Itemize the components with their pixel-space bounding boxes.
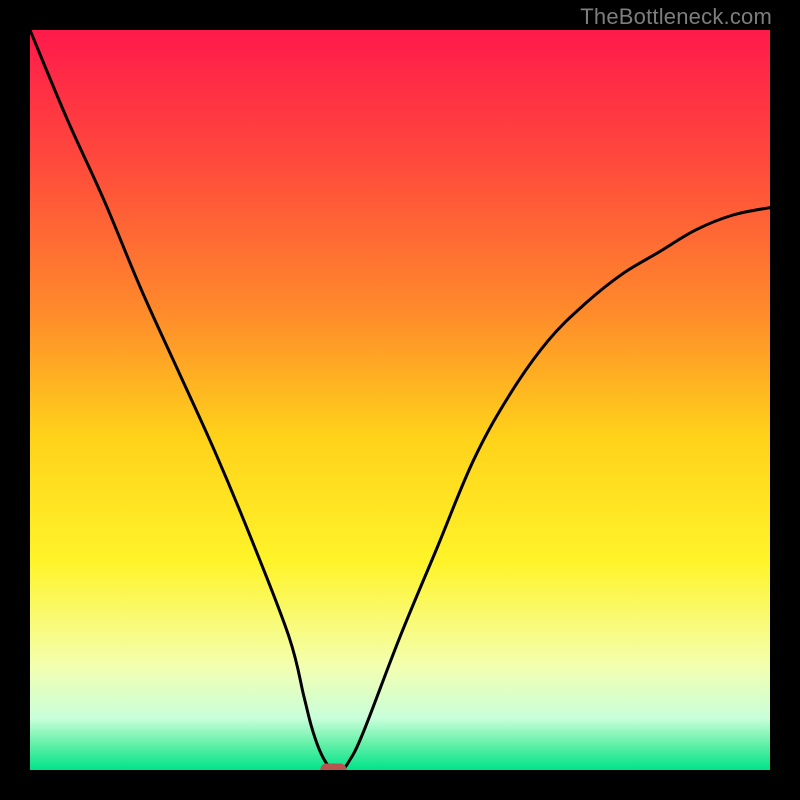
optimum-marker (320, 764, 346, 771)
plot-background (30, 30, 770, 770)
chart-stage: TheBottleneck.com (0, 0, 800, 800)
bottleneck-chart (30, 30, 770, 770)
watermark-text: TheBottleneck.com (580, 4, 772, 30)
